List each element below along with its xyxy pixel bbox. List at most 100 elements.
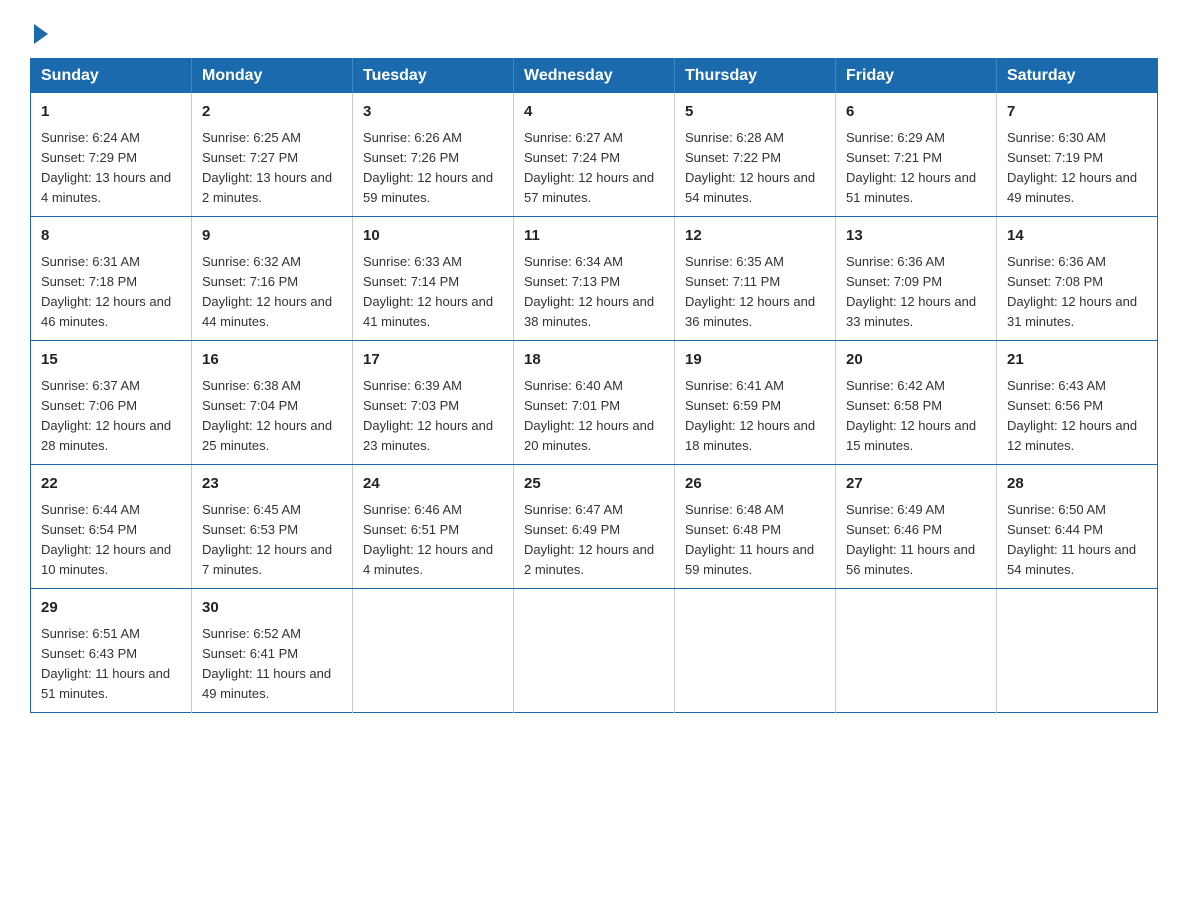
calendar-cell: 18 Sunrise: 6:40 AMSunset: 7:01 PMDaylig…	[514, 341, 675, 465]
calendar-cell: 2 Sunrise: 6:25 AMSunset: 7:27 PMDayligh…	[192, 93, 353, 217]
calendar-cell: 9 Sunrise: 6:32 AMSunset: 7:16 PMDayligh…	[192, 217, 353, 341]
day-info: Sunrise: 6:29 AMSunset: 7:21 PMDaylight:…	[846, 130, 976, 205]
day-number: 11	[524, 225, 664, 248]
calendar-cell: 23 Sunrise: 6:45 AMSunset: 6:53 PMDaylig…	[192, 465, 353, 589]
calendar-cell: 21 Sunrise: 6:43 AMSunset: 6:56 PMDaylig…	[997, 341, 1158, 465]
day-number: 10	[363, 225, 503, 248]
day-number: 6	[846, 101, 986, 124]
day-number: 5	[685, 101, 825, 124]
calendar-cell	[836, 589, 997, 713]
day-number: 16	[202, 349, 342, 372]
calendar-cell: 20 Sunrise: 6:42 AMSunset: 6:58 PMDaylig…	[836, 341, 997, 465]
day-info: Sunrise: 6:52 AMSunset: 6:41 PMDaylight:…	[202, 626, 331, 701]
calendar-cell: 8 Sunrise: 6:31 AMSunset: 7:18 PMDayligh…	[31, 217, 192, 341]
day-info: Sunrise: 6:45 AMSunset: 6:53 PMDaylight:…	[202, 502, 332, 577]
calendar-cell	[514, 589, 675, 713]
day-info: Sunrise: 6:47 AMSunset: 6:49 PMDaylight:…	[524, 502, 654, 577]
calendar-cell: 10 Sunrise: 6:33 AMSunset: 7:14 PMDaylig…	[353, 217, 514, 341]
day-number: 3	[363, 101, 503, 124]
weekday-header-thursday: Thursday	[675, 59, 836, 94]
day-info: Sunrise: 6:43 AMSunset: 6:56 PMDaylight:…	[1007, 378, 1137, 453]
day-info: Sunrise: 6:37 AMSunset: 7:06 PMDaylight:…	[41, 378, 171, 453]
day-number: 12	[685, 225, 825, 248]
day-info: Sunrise: 6:39 AMSunset: 7:03 PMDaylight:…	[363, 378, 493, 453]
day-number: 7	[1007, 101, 1147, 124]
calendar-week-row: 22 Sunrise: 6:44 AMSunset: 6:54 PMDaylig…	[31, 465, 1158, 589]
day-number: 15	[41, 349, 181, 372]
day-info: Sunrise: 6:50 AMSunset: 6:44 PMDaylight:…	[1007, 502, 1136, 577]
logo-arrow-icon	[34, 24, 48, 44]
weekday-header-sunday: Sunday	[31, 59, 192, 94]
calendar-week-row: 8 Sunrise: 6:31 AMSunset: 7:18 PMDayligh…	[31, 217, 1158, 341]
day-info: Sunrise: 6:51 AMSunset: 6:43 PMDaylight:…	[41, 626, 170, 701]
calendar-week-row: 15 Sunrise: 6:37 AMSunset: 7:06 PMDaylig…	[31, 341, 1158, 465]
day-number: 29	[41, 597, 181, 620]
day-info: Sunrise: 6:40 AMSunset: 7:01 PMDaylight:…	[524, 378, 654, 453]
day-number: 24	[363, 473, 503, 496]
day-info: Sunrise: 6:25 AMSunset: 7:27 PMDaylight:…	[202, 130, 332, 205]
calendar-cell: 24 Sunrise: 6:46 AMSunset: 6:51 PMDaylig…	[353, 465, 514, 589]
day-info: Sunrise: 6:36 AMSunset: 7:09 PMDaylight:…	[846, 254, 976, 329]
weekday-header-friday: Friday	[836, 59, 997, 94]
day-info: Sunrise: 6:42 AMSunset: 6:58 PMDaylight:…	[846, 378, 976, 453]
weekday-header-row: SundayMondayTuesdayWednesdayThursdayFrid…	[31, 59, 1158, 94]
calendar-cell: 19 Sunrise: 6:41 AMSunset: 6:59 PMDaylig…	[675, 341, 836, 465]
calendar-cell: 14 Sunrise: 6:36 AMSunset: 7:08 PMDaylig…	[997, 217, 1158, 341]
day-number: 1	[41, 101, 181, 124]
calendar-cell	[675, 589, 836, 713]
calendar-cell: 11 Sunrise: 6:34 AMSunset: 7:13 PMDaylig…	[514, 217, 675, 341]
day-info: Sunrise: 6:32 AMSunset: 7:16 PMDaylight:…	[202, 254, 332, 329]
page-header	[30, 20, 1158, 40]
day-info: Sunrise: 6:24 AMSunset: 7:29 PMDaylight:…	[41, 130, 171, 205]
day-info: Sunrise: 6:27 AMSunset: 7:24 PMDaylight:…	[524, 130, 654, 205]
day-number: 17	[363, 349, 503, 372]
day-info: Sunrise: 6:34 AMSunset: 7:13 PMDaylight:…	[524, 254, 654, 329]
day-number: 28	[1007, 473, 1147, 496]
calendar-week-row: 29 Sunrise: 6:51 AMSunset: 6:43 PMDaylig…	[31, 589, 1158, 713]
weekday-header-wednesday: Wednesday	[514, 59, 675, 94]
day-number: 23	[202, 473, 342, 496]
calendar-cell: 13 Sunrise: 6:36 AMSunset: 7:09 PMDaylig…	[836, 217, 997, 341]
day-number: 4	[524, 101, 664, 124]
day-number: 26	[685, 473, 825, 496]
day-info: Sunrise: 6:36 AMSunset: 7:08 PMDaylight:…	[1007, 254, 1137, 329]
calendar-cell: 3 Sunrise: 6:26 AMSunset: 7:26 PMDayligh…	[353, 93, 514, 217]
logo	[30, 20, 48, 40]
day-info: Sunrise: 6:49 AMSunset: 6:46 PMDaylight:…	[846, 502, 975, 577]
day-info: Sunrise: 6:38 AMSunset: 7:04 PMDaylight:…	[202, 378, 332, 453]
calendar-cell: 27 Sunrise: 6:49 AMSunset: 6:46 PMDaylig…	[836, 465, 997, 589]
weekday-header-saturday: Saturday	[997, 59, 1158, 94]
day-number: 9	[202, 225, 342, 248]
day-number: 19	[685, 349, 825, 372]
day-info: Sunrise: 6:46 AMSunset: 6:51 PMDaylight:…	[363, 502, 493, 577]
day-number: 13	[846, 225, 986, 248]
calendar-cell: 7 Sunrise: 6:30 AMSunset: 7:19 PMDayligh…	[997, 93, 1158, 217]
calendar-cell: 26 Sunrise: 6:48 AMSunset: 6:48 PMDaylig…	[675, 465, 836, 589]
day-info: Sunrise: 6:48 AMSunset: 6:48 PMDaylight:…	[685, 502, 814, 577]
day-info: Sunrise: 6:33 AMSunset: 7:14 PMDaylight:…	[363, 254, 493, 329]
weekday-header-tuesday: Tuesday	[353, 59, 514, 94]
day-number: 30	[202, 597, 342, 620]
calendar-cell: 5 Sunrise: 6:28 AMSunset: 7:22 PMDayligh…	[675, 93, 836, 217]
calendar-cell: 22 Sunrise: 6:44 AMSunset: 6:54 PMDaylig…	[31, 465, 192, 589]
day-info: Sunrise: 6:44 AMSunset: 6:54 PMDaylight:…	[41, 502, 171, 577]
day-number: 25	[524, 473, 664, 496]
day-info: Sunrise: 6:31 AMSunset: 7:18 PMDaylight:…	[41, 254, 171, 329]
calendar-cell: 17 Sunrise: 6:39 AMSunset: 7:03 PMDaylig…	[353, 341, 514, 465]
day-number: 2	[202, 101, 342, 124]
day-number: 22	[41, 473, 181, 496]
day-number: 20	[846, 349, 986, 372]
day-info: Sunrise: 6:30 AMSunset: 7:19 PMDaylight:…	[1007, 130, 1137, 205]
day-number: 14	[1007, 225, 1147, 248]
calendar-cell: 25 Sunrise: 6:47 AMSunset: 6:49 PMDaylig…	[514, 465, 675, 589]
calendar-cell: 15 Sunrise: 6:37 AMSunset: 7:06 PMDaylig…	[31, 341, 192, 465]
day-info: Sunrise: 6:28 AMSunset: 7:22 PMDaylight:…	[685, 130, 815, 205]
calendar-cell: 29 Sunrise: 6:51 AMSunset: 6:43 PMDaylig…	[31, 589, 192, 713]
weekday-header-monday: Monday	[192, 59, 353, 94]
calendar-cell: 6 Sunrise: 6:29 AMSunset: 7:21 PMDayligh…	[836, 93, 997, 217]
day-number: 8	[41, 225, 181, 248]
day-number: 18	[524, 349, 664, 372]
calendar-cell: 28 Sunrise: 6:50 AMSunset: 6:44 PMDaylig…	[997, 465, 1158, 589]
day-info: Sunrise: 6:41 AMSunset: 6:59 PMDaylight:…	[685, 378, 815, 453]
calendar-cell: 1 Sunrise: 6:24 AMSunset: 7:29 PMDayligh…	[31, 93, 192, 217]
